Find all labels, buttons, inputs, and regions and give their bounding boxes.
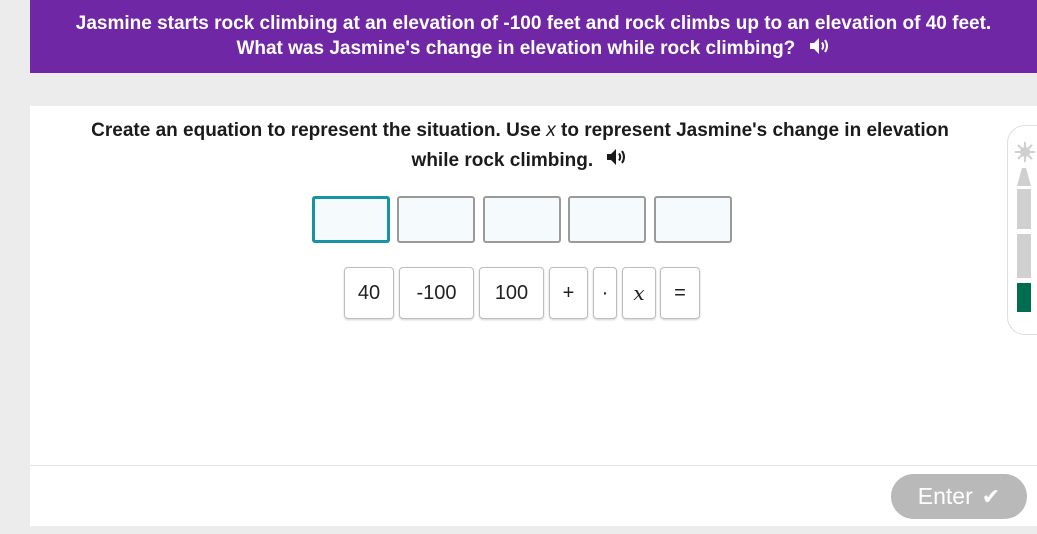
answer-slot-1[interactable] <box>312 196 390 243</box>
instructions-part1: Create an equation to represent the situ… <box>91 120 547 141</box>
speaker-icon[interactable] <box>606 146 628 176</box>
tile-minus-100[interactable]: -100 <box>399 267 474 319</box>
question-card: Create an equation to represent the situ… <box>30 106 1037 526</box>
progress-segment-3 <box>1017 234 1031 278</box>
progress-tracker <box>1007 125 1037 335</box>
enter-button[interactable]: Enter ✔ <box>891 474 1027 519</box>
answer-slot-4[interactable] <box>568 196 646 243</box>
progress-segment-2 <box>1017 189 1031 229</box>
star-icon <box>1013 140 1037 169</box>
question-text: Jasmine starts rock climbing at an eleva… <box>70 11 997 61</box>
instructions-text: Create an equation to represent the situ… <box>70 116 970 176</box>
tile-dot[interactable]: · <box>593 267 617 319</box>
answer-slot-5[interactable] <box>654 196 732 243</box>
tile-equals[interactable]: = <box>660 267 700 319</box>
tile-x[interactable]: x <box>622 267 656 319</box>
variable-x: x <box>546 120 556 141</box>
question-banner: Jasmine starts rock climbing at an eleva… <box>30 0 1037 73</box>
tile-100[interactable]: 100 <box>479 267 544 319</box>
speaker-icon[interactable] <box>809 37 831 62</box>
tile-40[interactable]: 40 <box>344 267 394 319</box>
answer-slot-3[interactable] <box>483 196 561 243</box>
progress-segment-4 <box>1017 283 1031 312</box>
answer-slot-2[interactable] <box>397 196 475 243</box>
progress-segment-1 <box>1017 168 1031 186</box>
checkmark-icon: ✔ <box>981 483 1001 509</box>
footer-divider <box>30 465 1037 466</box>
enter-label: Enter <box>917 483 973 509</box>
tile-plus[interactable]: + <box>549 267 588 319</box>
question-text-content: Jasmine starts rock climbing at an eleva… <box>75 13 992 60</box>
